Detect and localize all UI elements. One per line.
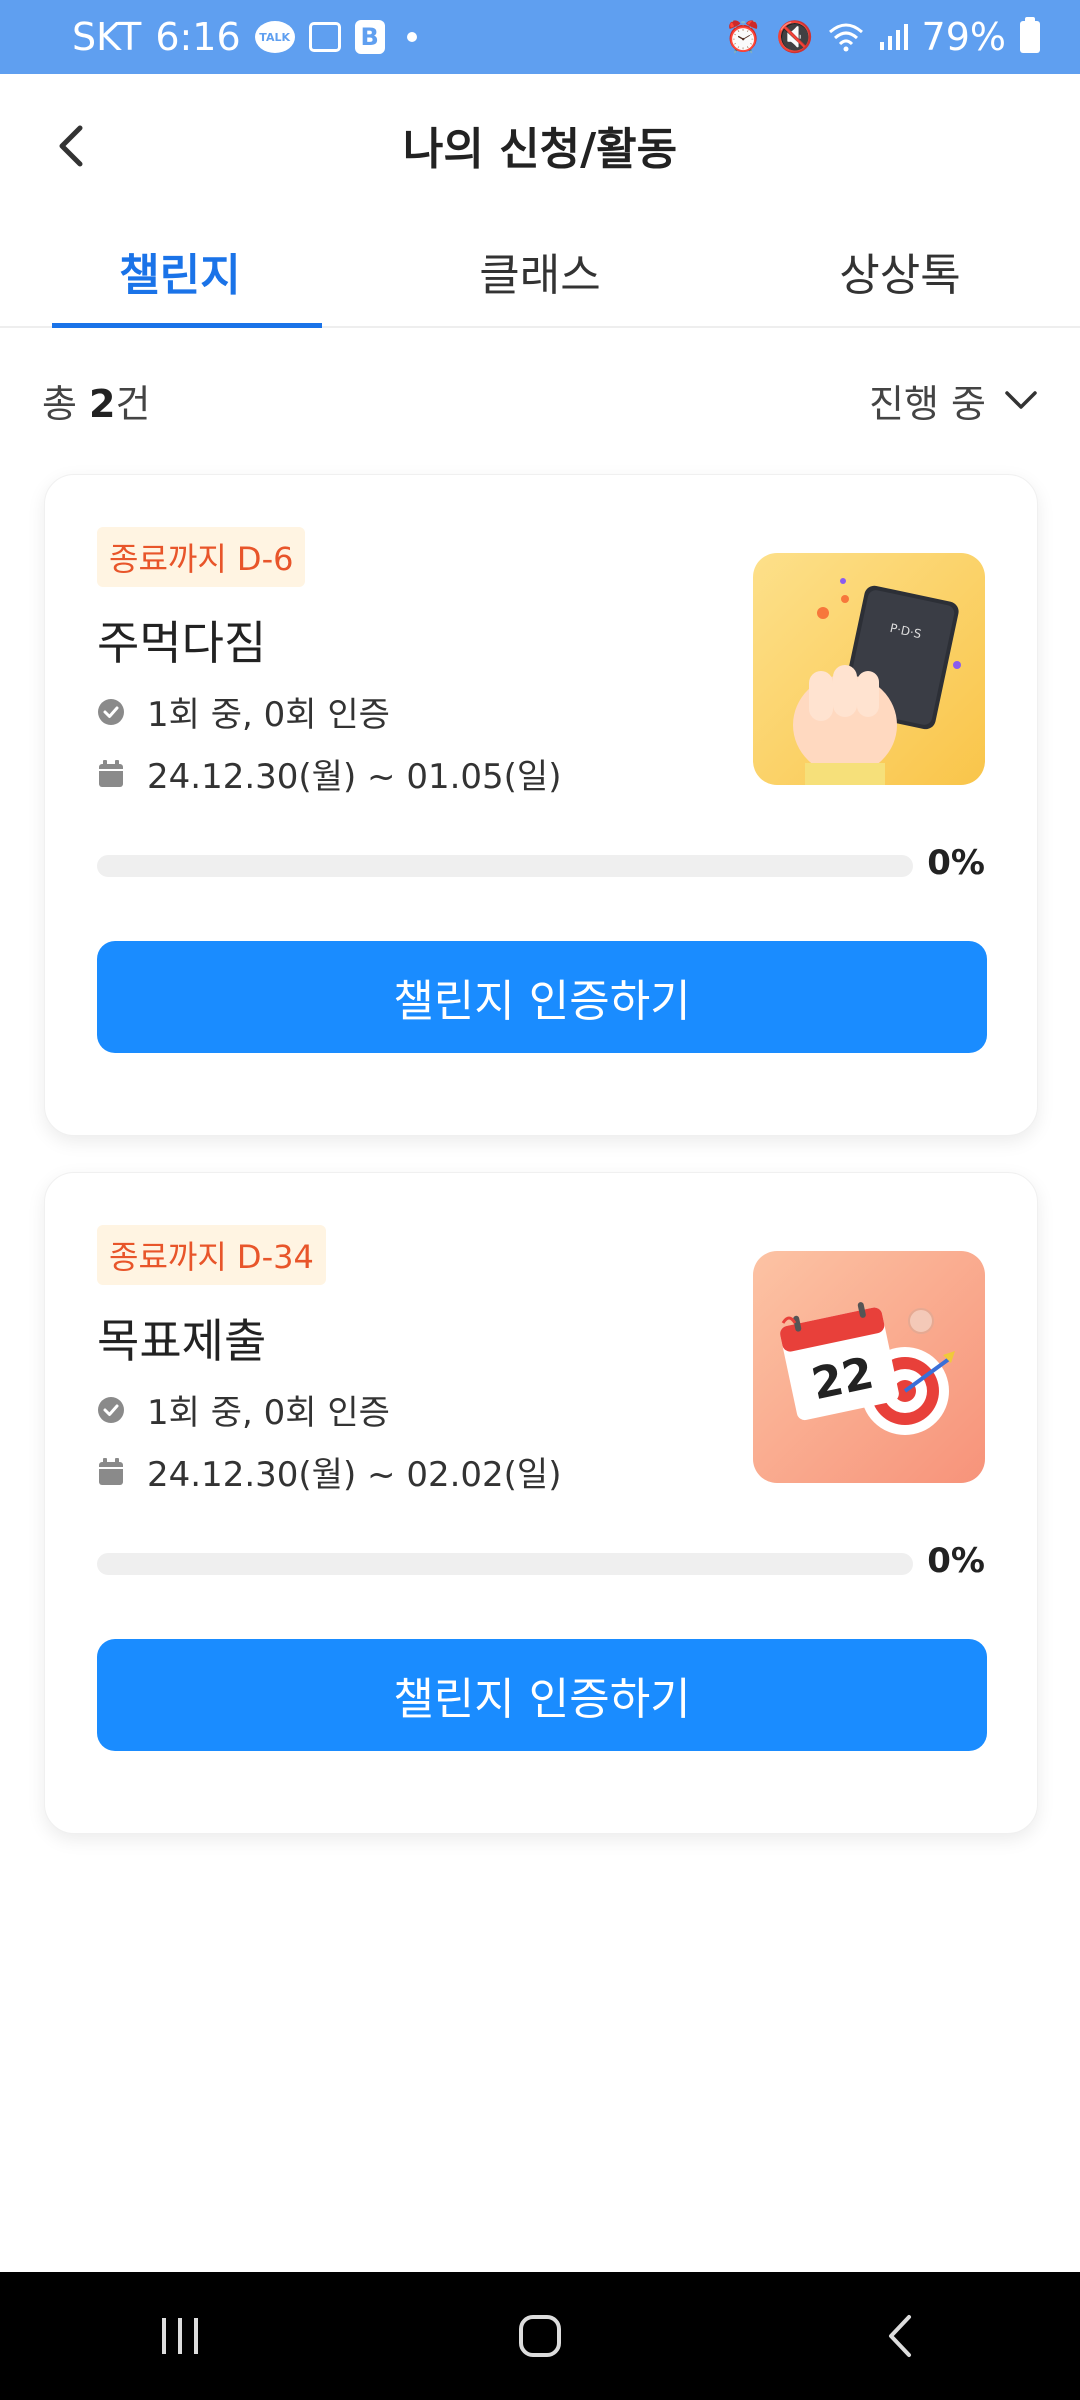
progress-percent: 0% [927,843,985,883]
b-app-icon: B [354,20,385,54]
tab-bar: 챌린지 클래스 상상톡 [0,216,1080,328]
battery-percent: 79% [921,15,1006,59]
system-back-button[interactable] [840,2286,960,2386]
app-header: 나의 신청/활동 [0,74,1080,216]
page-title: 나의 신청/활동 [402,124,678,175]
home-icon [519,2315,561,2357]
signal-icon [878,22,908,52]
total-count: 총 2건 [42,381,151,426]
challenge-title: 목표제출 [97,1314,267,1368]
gallery-icon [308,22,341,52]
challenge-title: 주먹다짐 [97,616,267,670]
challenge-card[interactable]: 종료까지 D-34 목표제출 1회 중, 0회 인증 24.12.30(월) ~… [44,1172,1038,1834]
certify-challenge-button[interactable]: 챌린지 인증하기 [97,1639,987,1751]
certification-count: 1회 중, 0회 인증 [97,1385,390,1434]
back-icon [889,2315,911,2357]
progress-bar [97,1553,913,1575]
clock: 6:16 [155,15,241,59]
mute-icon: 🔇 [776,19,814,55]
deadline-badge: 종료까지 D-6 [97,527,306,587]
system-nav-bar [0,2272,1080,2400]
certify-challenge-button[interactable]: 챌린지 인증하기 [97,941,987,1053]
summary-row: 총 2건 진행 중 [42,360,1038,440]
recent-apps-icon [162,2318,198,2354]
calendar-icon [97,1457,125,1486]
filter-label: 진행 중 [869,381,986,426]
back-button[interactable] [40,114,104,178]
status-filter-dropdown[interactable]: 진행 중 [869,373,1038,428]
challenge-thumbnail: P·D·S [753,553,985,785]
home-button[interactable] [480,2286,600,2386]
calendar-icon [97,759,125,788]
kakaotalk-icon: TALK [254,21,295,53]
tab-class[interactable]: 클래스 [360,216,720,326]
recent-apps-button[interactable] [120,2286,240,2386]
check-circle-icon [97,698,125,726]
challenge-period: 24.12.30(월) ~ 02.02(일) [97,1447,561,1496]
progress-percent: 0% [927,1541,985,1581]
challenge-thumbnail: 22 [753,1251,985,1483]
alarm-icon: ⏰ [724,19,763,55]
carrier: SKT [72,15,142,59]
challenge-card[interactable]: 종료까지 D-6 주먹다짐 1회 중, 0회 인증 24.12.30(월) ~ … [44,474,1038,1136]
tab-sangsangtalk[interactable]: 상상톡 [720,216,1080,326]
check-circle-icon [97,1396,125,1424]
certification-count: 1회 중, 0회 인증 [97,687,390,736]
status-bar: SKT 6:16 TALK B ⏰ 🔇 79% [0,0,1080,74]
chevron-down-icon [1005,391,1037,409]
progress-bar [97,855,913,877]
tab-challenge[interactable]: 챌린지 [0,216,360,328]
challenge-period: 24.12.30(월) ~ 01.05(일) [97,749,561,798]
wifi-icon [828,22,864,52]
deadline-badge: 종료까지 D-34 [97,1225,326,1285]
more-notifications-icon [406,32,417,42]
battery-icon [1020,17,1040,53]
chevron-left-icon [59,125,83,167]
